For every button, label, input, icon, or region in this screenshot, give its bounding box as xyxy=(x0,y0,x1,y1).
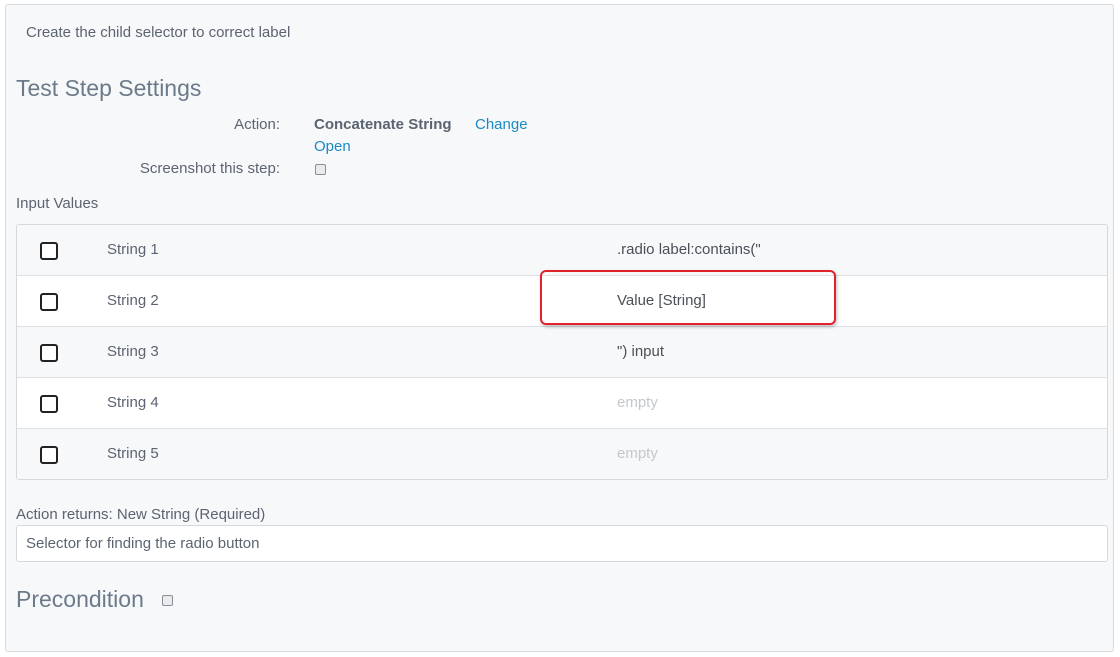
step-description: Create the child selector to correct lab… xyxy=(26,24,291,41)
screenshot-checkbox[interactable] xyxy=(315,164,326,175)
change-action-link[interactable]: Change xyxy=(475,116,528,133)
open-action-link[interactable]: Open xyxy=(314,138,351,155)
table-row: String 3 ") input xyxy=(17,327,1107,378)
row-name: String 2 xyxy=(107,292,159,309)
precondition-checkbox[interactable] xyxy=(162,595,173,606)
row-checkbox[interactable] xyxy=(40,242,58,260)
row-value[interactable]: .radio label:contains(" xyxy=(617,241,761,258)
row-value[interactable]: Value [String] xyxy=(617,292,706,309)
table-row: String 2 Value [String] xyxy=(17,276,1107,327)
row-value-placeholder[interactable]: empty xyxy=(617,394,658,411)
action-value: Concatenate String xyxy=(314,116,452,133)
row-name: String 4 xyxy=(107,394,159,411)
table-row: String 5 empty xyxy=(17,429,1107,479)
action-label: Action: xyxy=(234,116,280,133)
test-step-panel: Create the child selector to correct lab… xyxy=(5,4,1114,652)
row-checkbox[interactable] xyxy=(40,395,58,413)
input-values-label: Input Values xyxy=(16,195,99,212)
action-returns-label: Action returns: New String (Required) xyxy=(16,506,266,523)
row-value[interactable]: ") input xyxy=(617,343,664,360)
input-values-table: String 1 .radio label:contains(" String … xyxy=(16,224,1108,480)
row-checkbox[interactable] xyxy=(40,446,58,464)
row-name: String 3 xyxy=(107,343,159,360)
table-row: String 1 .radio label:contains(" xyxy=(17,225,1107,276)
return-value-input[interactable] xyxy=(16,525,1108,562)
test-step-settings-title: Test Step Settings xyxy=(16,75,202,101)
table-row: String 4 empty xyxy=(17,378,1107,429)
row-checkbox[interactable] xyxy=(40,293,58,311)
row-name: String 1 xyxy=(107,241,159,258)
row-name: String 5 xyxy=(107,445,159,462)
screenshot-label: Screenshot this step: xyxy=(139,160,280,177)
precondition-title: Precondition xyxy=(16,586,144,612)
row-value-placeholder[interactable]: empty xyxy=(617,445,658,462)
row-checkbox[interactable] xyxy=(40,344,58,362)
